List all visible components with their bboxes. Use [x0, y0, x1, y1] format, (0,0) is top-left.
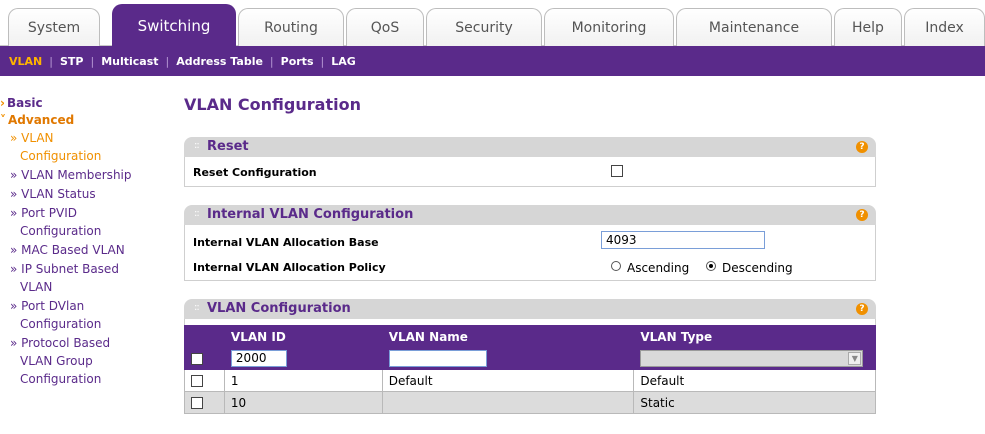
- left-nav: › Basic ˅ Advanced » VLAN Configuration » …: [0, 76, 174, 434]
- new-row-vlan-name-cell: [381, 347, 635, 370]
- help-icon[interactable]: ?: [856, 209, 868, 221]
- nav-item-vlan-status[interactable]: » VLAN Status: [10, 187, 96, 201]
- nav-item-ip-subnet-vlan[interactable]: » IP Subnet Based: [10, 262, 119, 276]
- row-select-cell: [184, 391, 225, 414]
- nav-item-port-pvid-cont[interactable]: Configuration: [20, 224, 101, 238]
- nav-advanced[interactable]: ˅ Advanced: [0, 113, 74, 127]
- policy-descending-label: Descending: [722, 261, 793, 275]
- subnav-separator: |: [320, 54, 325, 68]
- subnav-lag[interactable]: LAG: [331, 55, 356, 68]
- reset-panel: Reset Configuration: [184, 157, 876, 187]
- tab-security[interactable]: Security: [426, 8, 542, 46]
- column-header-vlan-type[interactable]: VLAN Type: [633, 325, 876, 348]
- policy-ascending-label: Ascending: [627, 261, 690, 275]
- tab-qos[interactable]: QoS: [346, 8, 424, 46]
- nav-basic-label: Basic: [6, 96, 43, 110]
- internal-vlan-panel-title: Internal VLAN Configuration: [207, 207, 414, 222]
- allocation-base-input[interactable]: 4093: [601, 231, 765, 249]
- vlan-config-panel-header: :: VLAN Configuration ?: [184, 299, 876, 319]
- help-icon[interactable]: ?: [856, 303, 868, 315]
- subnav-separator: |: [90, 54, 95, 68]
- vlan-type-cell: Static: [633, 391, 876, 414]
- top-tab-bar: System Switching Routing QoS Security Mo…: [0, 0, 985, 46]
- reset-panel-header: :: Reset ?: [184, 137, 876, 157]
- allocation-base-label: Internal VLAN Allocation Base: [193, 236, 379, 249]
- nav-item-protocol-based[interactable]: » Protocol Based: [10, 336, 110, 350]
- tab-help[interactable]: Help: [834, 8, 902, 46]
- reset-panel-title: Reset: [207, 139, 249, 154]
- help-icon[interactable]: ?: [856, 141, 868, 153]
- grip-dots-icon: ::: [194, 208, 200, 219]
- column-header-vlan-name[interactable]: VLAN Name: [381, 325, 635, 348]
- internal-vlan-panel: Internal VLAN Allocation Base 4093 Inter…: [184, 225, 876, 281]
- subnav-separator: |: [49, 54, 53, 68]
- new-row-vlan-type-cell: ▼: [633, 347, 876, 370]
- nav-advanced-label: Advanced: [8, 113, 75, 127]
- tab-routing[interactable]: Routing: [238, 8, 344, 46]
- column-header-select: [184, 325, 225, 348]
- row-checkbox[interactable]: [191, 375, 203, 387]
- nav-item-ip-subnet-vlan-cont[interactable]: VLAN: [20, 280, 52, 294]
- page-title: VLAN Configuration: [184, 95, 361, 114]
- nav-item-port-dvlan-cont[interactable]: Configuration: [20, 317, 101, 331]
- subnav-vlan[interactable]: VLAN: [9, 55, 42, 68]
- column-header-vlan-id[interactable]: VLAN ID: [223, 325, 383, 348]
- subnav-stp[interactable]: STP: [60, 55, 84, 68]
- new-row-select-cell: [184, 347, 225, 370]
- grip-dots-icon: ::: [194, 140, 200, 151]
- tab-monitoring[interactable]: Monitoring: [544, 8, 674, 46]
- chevron-down-icon: ▼: [848, 352, 862, 365]
- vlan-id-cell: 10: [223, 391, 383, 414]
- row-checkbox[interactable]: [191, 397, 203, 409]
- reset-configuration-checkbox[interactable]: [611, 165, 623, 177]
- allocation-policy-label: Internal VLAN Allocation Policy: [193, 261, 386, 274]
- nav-item-vlan-configuration-cont[interactable]: Configuration: [20, 149, 101, 163]
- new-vlan-id-input[interactable]: 2000: [230, 350, 287, 367]
- nav-item-vlan-membership[interactable]: » VLAN Membership: [10, 168, 132, 182]
- tab-switching[interactable]: Switching: [112, 4, 236, 46]
- new-vlan-type-select: ▼: [640, 350, 864, 367]
- internal-vlan-panel-header: :: Internal VLAN Configuration ?: [184, 205, 876, 225]
- row-select-cell: [184, 369, 225, 392]
- reset-configuration-label: Reset Configuration: [193, 166, 317, 179]
- policy-ascending-radio[interactable]: [611, 261, 621, 271]
- vlan-config-panel-title: VLAN Configuration: [207, 301, 351, 316]
- table-row: 1 Default Default: [184, 369, 876, 392]
- vlan-table: VLAN ID VLAN Name VLAN Type 2000 ▼ 1 Def…: [184, 325, 876, 414]
- new-row-vlan-id-cell: 2000: [223, 347, 383, 370]
- tab-system[interactable]: System: [8, 8, 100, 46]
- nav-item-port-dvlan[interactable]: » Port DVlan: [10, 299, 84, 313]
- vlan-type-cell: Default: [633, 369, 876, 392]
- subnav-address-table[interactable]: Address Table: [176, 55, 263, 68]
- nav-item-protocol-based-cont2[interactable]: Configuration: [20, 372, 101, 386]
- subnav-multicast[interactable]: Multicast: [101, 55, 158, 68]
- tab-maintenance[interactable]: Maintenance: [676, 8, 832, 46]
- vlan-id-cell: 1: [223, 369, 383, 392]
- subnav-separator: |: [165, 54, 170, 68]
- table-row: 10 Static: [184, 391, 876, 414]
- subnav-ports[interactable]: Ports: [281, 55, 314, 68]
- chevron-right-icon: ›: [0, 96, 5, 110]
- subnav-separator: |: [269, 54, 274, 68]
- grip-dots-icon: ::: [194, 302, 200, 313]
- nav-item-mac-based-vlan[interactable]: » MAC Based VLAN: [10, 243, 125, 257]
- table-row-new: 2000 ▼: [184, 347, 876, 370]
- tab-index[interactable]: Index: [904, 8, 985, 46]
- chevron-down-icon: ˅: [0, 113, 6, 127]
- nav-item-port-pvid[interactable]: » Port PVID: [10, 206, 77, 220]
- nav-basic[interactable]: › Basic: [0, 96, 43, 110]
- new-row-checkbox[interactable]: [191, 353, 203, 365]
- new-vlan-name-input[interactable]: [388, 350, 487, 367]
- nav-item-vlan-configuration[interactable]: » VLAN: [10, 131, 54, 145]
- vlan-name-cell: [381, 391, 635, 414]
- nav-item-protocol-based-cont[interactable]: VLAN Group: [20, 354, 93, 368]
- table-header-row: VLAN ID VLAN Name VLAN Type: [184, 325, 876, 348]
- vlan-name-cell: Default: [381, 369, 635, 392]
- sub-nav-bar: VLAN | STP | Multicast | Address Table |…: [0, 46, 985, 76]
- policy-descending-radio[interactable]: [706, 261, 716, 271]
